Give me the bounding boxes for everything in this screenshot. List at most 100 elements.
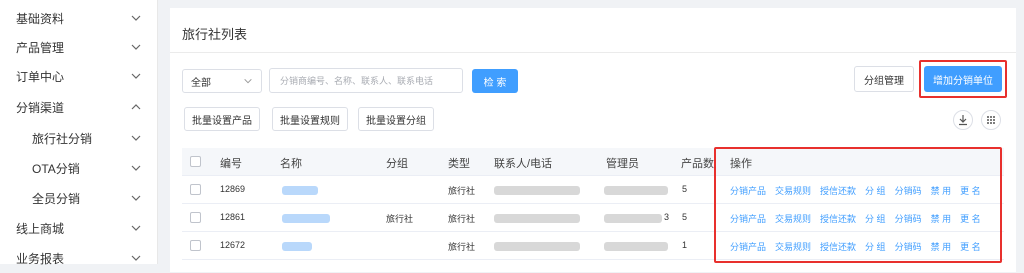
batch-set-rules-button[interactable]: 批量设置规则: [272, 107, 348, 131]
action-disable[interactable]: 禁 用: [931, 212, 952, 225]
col-manager: 管理员: [606, 158, 639, 170]
sidebar-item-ota[interactable]: OTA分销: [0, 153, 158, 183]
grid-icon: [987, 116, 995, 124]
search-input[interactable]: [269, 68, 463, 93]
action-distribution-code[interactable]: 分销码: [895, 212, 922, 225]
row-checkbox[interactable]: [190, 184, 201, 195]
main-panel: 旅行社列表 全部 检 索 分组管理 增加分销单位 批量设置产品 批量设置规则 批…: [170, 8, 1016, 272]
sidebar-item-online-mall[interactable]: 线上商城: [0, 213, 158, 243]
table-row: 12672 旅行社 1 分销产品 交易规则 授信还款 分 组 分销码 禁 用 更…: [182, 232, 1004, 260]
sidebar-item-label: 基础资料: [16, 11, 65, 26]
action-rename[interactable]: 更 名: [960, 212, 981, 225]
action-distribute-products[interactable]: 分销产品: [730, 212, 766, 225]
redacted-manager: [604, 242, 668, 251]
sidebar-item-label: 旅行社分销: [32, 131, 93, 146]
row-checkbox[interactable]: [190, 240, 201, 251]
select-value: 全部: [191, 77, 211, 89]
select-all-checkbox[interactable]: [190, 156, 201, 167]
sidebar-item-label: 订单中心: [16, 69, 65, 84]
action-distribution-code[interactable]: 分销码: [895, 240, 922, 253]
chevron-down-icon: [131, 225, 141, 231]
group-manage-button[interactable]: 分组管理: [854, 66, 914, 92]
chevron-down-icon: [131, 255, 141, 261]
cell-type: 旅行社: [448, 214, 476, 224]
cell-type: 旅行社: [448, 242, 476, 252]
cell-id: 12672: [220, 240, 246, 250]
row-actions: 分销产品 交易规则 授信还款 分 组 分销码 禁 用 更 名: [730, 212, 990, 225]
chevron-down-icon: [131, 73, 141, 79]
action-disable[interactable]: 禁 用: [931, 240, 952, 253]
sidebar-item-travel-agency[interactable]: 旅行社分销: [0, 123, 158, 153]
chevron-down-icon: [131, 195, 141, 201]
table-header: 编号 名称 分组 类型 联系人/电话 管理员 产品数 操作: [182, 148, 1004, 176]
add-distribution-unit-button[interactable]: 增加分销单位: [924, 66, 1002, 92]
redacted-contact: [494, 242, 580, 251]
page-title: 旅行社列表: [182, 27, 248, 42]
table-row: 12869 旅行社 5 分销产品 交易规则 授信还款 分 组 分销码 禁 用 更…: [182, 176, 1004, 204]
table-row: 12861 旅行社 旅行社 3 5 分销产品 交易规则 授信还款 分 组 分销码…: [182, 204, 1004, 232]
col-product-count: 产品数: [681, 158, 714, 170]
sidebar-item-order-center[interactable]: 订单中心: [0, 61, 158, 91]
action-distribute-products[interactable]: 分销产品: [730, 240, 766, 253]
redacted-name: [282, 214, 330, 223]
redacted-name: [282, 186, 318, 195]
chevron-down-icon: [131, 165, 141, 171]
action-credit-repay[interactable]: 授信还款: [820, 184, 856, 197]
col-group: 分组: [386, 158, 408, 170]
action-trade-rules[interactable]: 交易规则: [775, 184, 811, 197]
sidebar-item-basic-data[interactable]: 基础资料: [0, 3, 158, 33]
action-rename[interactable]: 更 名: [960, 184, 981, 197]
action-disable[interactable]: 禁 用: [931, 184, 952, 197]
sidebar: 基础资料 产品管理 订单中心 分销渠道 旅行社分销 OTA分销 全员分销 线上商…: [0, 0, 158, 266]
action-group[interactable]: 分 组: [865, 240, 886, 253]
batch-set-products-button[interactable]: 批量设置产品: [184, 107, 260, 131]
col-actions: 操作: [730, 158, 752, 170]
row-actions: 分销产品 交易规则 授信还款 分 组 分销码 禁 用 更 名: [730, 184, 990, 197]
divider: [170, 52, 1016, 53]
chevron-down-icon: [244, 78, 252, 84]
sidebar-item-label: OTA分销: [32, 161, 80, 176]
download-button[interactable]: [953, 110, 973, 130]
sidebar-item-product-management[interactable]: 产品管理: [0, 32, 158, 62]
redacted-contact: [494, 214, 580, 223]
download-icon: [959, 115, 967, 126]
action-rename[interactable]: 更 名: [960, 240, 981, 253]
redacted-manager: [604, 186, 668, 195]
chevron-down-icon: [131, 15, 141, 21]
redacted-manager: [604, 214, 662, 223]
action-group[interactable]: 分 组: [865, 212, 886, 225]
row-checkbox[interactable]: [190, 212, 201, 223]
search-button[interactable]: 检 索: [472, 69, 518, 93]
col-id: 编号: [220, 158, 242, 170]
column-settings-button[interactable]: [981, 110, 1001, 130]
cell-product-count: 1: [682, 240, 688, 250]
chevron-down-icon: [131, 135, 141, 141]
sidebar-item-label: 全员分销: [32, 191, 81, 206]
col-contact: 联系人/电话: [494, 158, 553, 170]
cell-id: 12869: [220, 184, 246, 194]
sidebar-item-label: 分销渠道: [16, 100, 65, 115]
chevron-up-icon: [131, 104, 141, 110]
sidebar-item-all-staff[interactable]: 全员分销: [0, 183, 158, 213]
category-select[interactable]: 全部: [182, 69, 262, 93]
action-trade-rules[interactable]: 交易规则: [775, 240, 811, 253]
action-distribute-products[interactable]: 分销产品: [730, 184, 766, 197]
action-distribution-code[interactable]: 分销码: [895, 184, 922, 197]
action-group[interactable]: 分 组: [865, 184, 886, 197]
redacted-name: [282, 242, 312, 251]
cell-id: 12861: [220, 212, 246, 222]
action-credit-repay[interactable]: 授信还款: [820, 212, 856, 225]
cell-group: 旅行社: [386, 214, 414, 224]
cell-product-count: 5: [682, 212, 688, 222]
action-credit-repay[interactable]: 授信还款: [820, 240, 856, 253]
row-actions: 分销产品 交易规则 授信还款 分 组 分销码 禁 用 更 名: [730, 240, 990, 253]
batch-set-groups-button[interactable]: 批量设置分组: [358, 107, 434, 131]
cell-product-count: 5: [682, 184, 688, 194]
col-name: 名称: [280, 158, 302, 170]
chevron-down-icon: [131, 44, 141, 50]
sidebar-item-reports[interactable]: 业务报表: [0, 243, 158, 273]
redacted-contact: [494, 186, 580, 195]
action-trade-rules[interactable]: 交易规则: [775, 212, 811, 225]
col-type: 类型: [448, 158, 470, 170]
sidebar-item-distribution-channel[interactable]: 分销渠道: [0, 92, 158, 122]
